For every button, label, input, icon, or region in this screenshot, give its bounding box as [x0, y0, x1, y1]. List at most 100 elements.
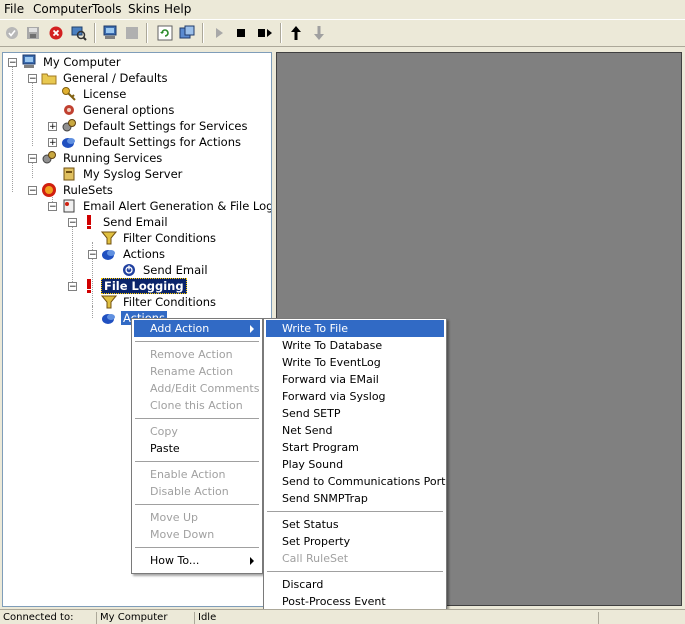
menu-separator	[135, 418, 259, 419]
submenu-item-play-sound[interactable]: Play Sound	[266, 456, 444, 473]
tree-node-action-send-email[interactable]: Send Email	[121, 262, 210, 278]
tree-node-label: Send Email	[103, 215, 168, 229]
tree-node-rule-send-email[interactable]: Send Email	[81, 214, 170, 230]
tree-node-actions[interactable]: Actions	[101, 246, 167, 262]
stop-icon[interactable]	[232, 24, 250, 42]
ruleset-icon	[41, 182, 57, 198]
tree-node-rulesets[interactable]: RuleSets	[41, 182, 115, 198]
submenu-item-write-to-eventlog[interactable]: Write To EventLog	[266, 354, 444, 371]
collapse-toggle[interactable]: −	[88, 250, 97, 260]
tree-node-license[interactable]: License	[61, 86, 128, 102]
menu-separator	[135, 547, 259, 548]
tree-node-default-actions[interactable]: Default Settings for Actions	[61, 134, 243, 150]
toolbar	[0, 19, 685, 47]
submenu-item-send-setp[interactable]: Send SETP	[266, 405, 444, 422]
tree-node-ruleset-email-alert[interactable]: Email Alert Generation & File Logging	[61, 198, 271, 214]
submenu-item-send-comm-port[interactable]: Send to Communications Port	[266, 473, 445, 490]
status-bar: Connected to: My Computer Idle	[0, 609, 685, 624]
collapse-toggle[interactable]: −	[68, 218, 77, 228]
close-icon[interactable]	[47, 24, 65, 42]
expand-toggle[interactable]: +	[48, 138, 57, 148]
tree-node-default-services[interactable]: Default Settings for Services	[61, 118, 249, 134]
collapse-toggle[interactable]: −	[68, 282, 77, 292]
computer-icon[interactable]	[101, 24, 119, 42]
options-icon	[61, 102, 77, 118]
menu-item-how-to[interactable]: How To...	[134, 552, 260, 569]
menu-item-remove-action[interactable]: Remove Action	[134, 346, 260, 363]
collapse-toggle[interactable]: −	[48, 202, 57, 212]
context-menu: Add Action Remove Action Rename Action A…	[131, 318, 263, 574]
arrow-down-icon[interactable]	[310, 24, 328, 42]
expand-toggle[interactable]: +	[48, 122, 57, 132]
collapse-toggle[interactable]: −	[28, 74, 37, 84]
menu-separator	[135, 341, 259, 342]
tree-node-filter-conditions[interactable]: Filter Conditions	[101, 294, 218, 310]
submenu-item-forward-email[interactable]: Forward via EMail	[266, 371, 444, 388]
menu-item-add-edit-comments[interactable]: Add/Edit Comments	[134, 380, 260, 397]
collapse-toggle[interactable]: −	[28, 154, 37, 164]
submenu-item-net-send[interactable]: Net Send	[266, 422, 444, 439]
submenu-item-write-to-file[interactable]: Write To File	[266, 320, 444, 337]
step-icon[interactable]	[256, 24, 274, 42]
tree-node-general-defaults[interactable]: General / Defaults	[41, 70, 170, 86]
submenu-item-send-snmptrap[interactable]: Send SNMPTrap	[266, 490, 444, 507]
menu-item-move-up[interactable]: Move Up	[134, 509, 260, 526]
tree-node-label: Filter Conditions	[123, 231, 217, 245]
tree-node-label: Filter Conditions	[123, 295, 217, 309]
menu-item-move-down[interactable]: Move Down	[134, 526, 260, 543]
tree-node-label: Actions	[123, 247, 166, 261]
submenu-arrow-icon	[250, 325, 254, 333]
key-icon	[61, 86, 77, 102]
toolbar-separator	[94, 23, 96, 43]
tree-node-running-services[interactable]: Running Services	[41, 150, 164, 166]
tree-node-filter-conditions[interactable]: Filter Conditions	[101, 230, 218, 246]
collapse-toggle[interactable]: −	[8, 58, 17, 68]
menu-separator	[135, 504, 259, 505]
menu-help[interactable]: Help	[164, 2, 191, 16]
play-icon[interactable]	[210, 24, 228, 42]
tree-line	[72, 226, 73, 290]
submenu-item-write-to-database[interactable]: Write To Database	[266, 337, 444, 354]
tree-node-label: File Logging	[101, 278, 187, 294]
exclamation-icon	[81, 214, 97, 230]
submenu-item-start-program[interactable]: Start Program	[266, 439, 444, 456]
collapse-toggle[interactable]: −	[28, 186, 37, 196]
tree-node-general-options[interactable]: General options	[61, 102, 176, 118]
menu-item-disable-action[interactable]: Disable Action	[134, 483, 260, 500]
submenu-item-call-ruleset[interactable]: Call RuleSet	[266, 550, 444, 567]
menu-tools[interactable]: Tools	[92, 2, 122, 16]
services-icon[interactable]	[178, 24, 196, 42]
refresh-icon[interactable]	[156, 24, 174, 42]
submenu-item-discard[interactable]: Discard	[266, 576, 444, 593]
save-icon[interactable]	[24, 24, 42, 42]
disabled-icon[interactable]	[123, 24, 141, 42]
toolbar-separator	[280, 23, 282, 43]
menu-item-enable-action[interactable]: Enable Action	[134, 466, 260, 483]
status-state: Idle	[194, 612, 598, 624]
arrow-up-icon[interactable]	[287, 24, 305, 42]
status-extra	[598, 612, 685, 624]
search-computer-icon[interactable]	[70, 24, 88, 42]
tree-node-label: Default Settings for Services	[83, 119, 248, 133]
submenu-item-set-status[interactable]: Set Status	[266, 516, 444, 533]
menu-separator	[267, 511, 443, 512]
menu-item-paste[interactable]: Paste	[134, 440, 260, 457]
submenu-item-post-process[interactable]: Post-Process Event	[266, 593, 444, 610]
menu-item-clone-action[interactable]: Clone this Action	[134, 397, 260, 414]
menu-computer[interactable]: Computer	[33, 2, 93, 16]
tree-node-my-computer[interactable]: My Computer	[21, 54, 123, 70]
menu-item-copy[interactable]: Copy	[134, 423, 260, 440]
menu-skins[interactable]: Skins	[128, 2, 160, 16]
tree-node-rule-file-logging[interactable]: File Logging	[81, 278, 187, 294]
submenu-item-forward-syslog[interactable]: Forward via Syslog	[266, 388, 444, 405]
menu-file[interactable]: File	[4, 2, 24, 16]
ok-icon[interactable]	[3, 24, 21, 42]
tree-node-syslog-server[interactable]: My Syslog Server	[61, 166, 184, 182]
menu-item-add-action[interactable]: Add Action	[134, 320, 260, 337]
tree-node-label: Default Settings for Actions	[83, 135, 241, 149]
gears-icon	[61, 118, 77, 134]
submenu-item-set-property[interactable]: Set Property	[266, 533, 444, 550]
server-icon	[61, 166, 77, 182]
menu-item-rename-action[interactable]: Rename Action	[134, 363, 260, 380]
status-connected-label: Connected to:	[3, 612, 74, 623]
